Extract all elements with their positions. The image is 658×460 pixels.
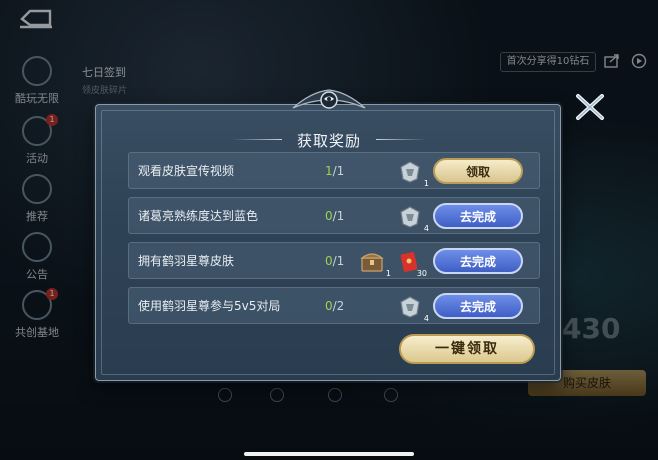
go-complete-button[interactable]: 去完成: [433, 293, 523, 319]
reward-count: 4: [423, 314, 429, 323]
go-complete-button[interactable]: 去完成: [433, 203, 523, 229]
skin-fragment-icon[interactable]: 4: [397, 294, 429, 323]
progress-total: /2: [332, 299, 345, 313]
progress-current: 1: [325, 164, 333, 178]
close-icon[interactable]: [573, 92, 607, 122]
reward-count: 1: [423, 179, 429, 188]
red-envelope-icon[interactable]: 30: [395, 249, 427, 278]
skin-fragment-icon[interactable]: 4: [397, 204, 429, 233]
task-row: 诸葛亮熟练度达到蓝色 0/1 4 去完成: [128, 197, 540, 234]
claim-button[interactable]: 领取: [433, 158, 523, 184]
task-label: 拥有鹤羽星尊皮肤: [138, 254, 235, 268]
progress-total: /1: [332, 164, 345, 178]
reward-count: 30: [416, 269, 427, 278]
title-divider-right: [376, 139, 426, 140]
progress-total: /1: [332, 254, 345, 268]
task-progress: 0/1: [325, 243, 344, 280]
task-progress: 0/2: [325, 288, 344, 325]
task-progress: 1/1: [325, 153, 344, 190]
home-indicator[interactable]: [244, 452, 414, 456]
progress-total: /1: [332, 209, 345, 223]
progress-current: 0: [325, 254, 333, 268]
treasure-chest-icon[interactable]: 1: [359, 249, 391, 278]
crest-emblem-icon: [292, 89, 366, 109]
modal-title: 获取奖励: [296, 132, 361, 150]
reward-count: 1: [385, 269, 391, 278]
claim-all-button[interactable]: 一键领取: [399, 334, 535, 364]
skin-fragment-icon[interactable]: 1: [397, 159, 429, 188]
task-label: 观看皮肤宣传视频: [138, 164, 235, 178]
task-row: 拥有鹤羽星尊皮肤 0/1 1 30 去完成: [128, 242, 540, 279]
progress-current: 0: [325, 299, 333, 313]
task-row: 观看皮肤宣传视频 1/1 1 领取: [128, 152, 540, 189]
task-progress: 0/1: [325, 198, 344, 235]
go-complete-button[interactable]: 去完成: [433, 248, 523, 274]
task-label: 使用鹤羽星尊参与5v5对局: [138, 299, 281, 313]
reward-count: 4: [423, 224, 429, 233]
task-row: 使用鹤羽星尊参与5v5对局 0/2 4 去完成: [128, 287, 540, 324]
progress-current: 0: [325, 209, 333, 223]
task-label: 诸葛亮熟练度达到蓝色: [138, 209, 259, 223]
